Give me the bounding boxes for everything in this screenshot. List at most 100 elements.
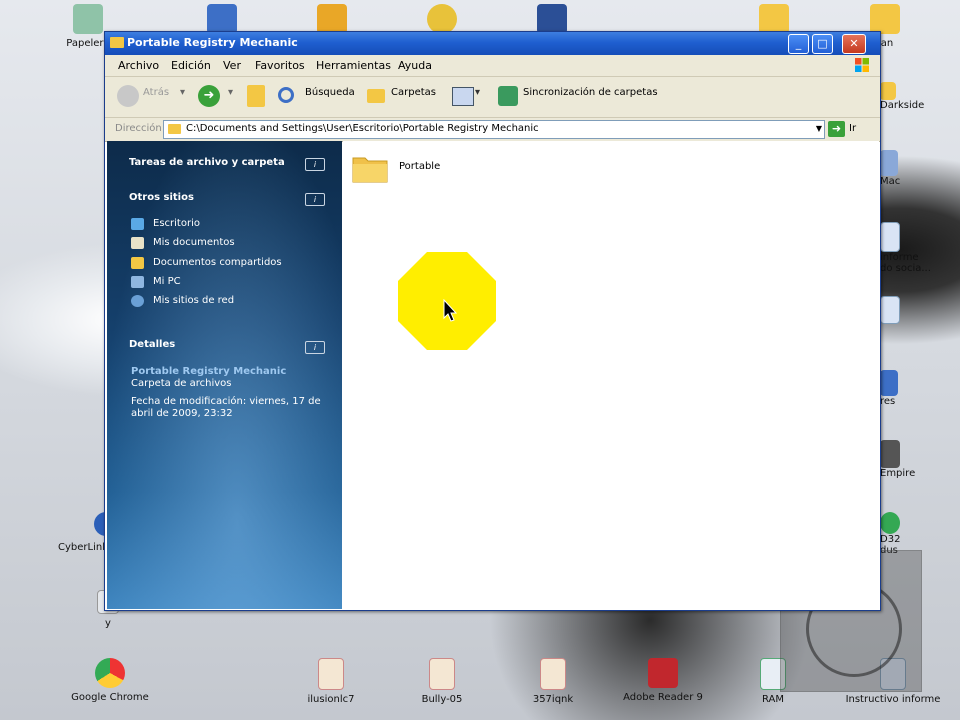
desktop-icon-label: do socia...	[880, 263, 931, 274]
collapse-other-places-button[interactable]: i	[305, 193, 325, 206]
desktop-icon-mac[interactable]: Mac	[880, 150, 920, 187]
details-type: Carpeta de archivos	[131, 378, 232, 389]
my-documents-icon	[131, 237, 144, 249]
menu-favoritos[interactable]: Favoritos	[255, 59, 305, 72]
address-label: Dirección	[115, 123, 162, 134]
desktop-icon-label: Mac	[880, 176, 901, 187]
other-places-title[interactable]: Otros sitios	[129, 192, 194, 203]
close-button[interactable]: ✕	[842, 34, 866, 54]
desktop-icon-label: Instructivo informe	[845, 694, 941, 705]
search-icon[interactable]	[278, 87, 294, 103]
file-tasks-title[interactable]: Tareas de archivo y carpeta	[129, 157, 285, 168]
sync-icon[interactable]	[498, 86, 518, 106]
app-icon	[537, 4, 567, 34]
desktop-icon-adobe[interactable]: Adobe Reader 9	[618, 658, 708, 703]
network-places-icon	[131, 295, 144, 307]
my-computer-icon	[131, 276, 144, 288]
menu-bar: Archivo Edición Ver Favoritos Herramient…	[105, 55, 880, 77]
place-link-mis-documentos[interactable]: Mis documentos	[153, 237, 235, 248]
app-icon	[207, 4, 237, 34]
folder-icon	[759, 4, 789, 34]
menu-herramientas[interactable]: Herramientas	[316, 59, 391, 72]
menu-ayuda[interactable]: Ayuda	[398, 59, 432, 72]
views-icon[interactable]	[452, 87, 474, 106]
menu-archivo[interactable]: Archivo	[118, 59, 159, 72]
minimize-button[interactable]: _	[788, 34, 809, 54]
mouse-cursor-icon	[443, 299, 457, 322]
back-dropdown-icon[interactable]: ▾	[180, 87, 185, 98]
desktop-icon-doc2[interactable]	[880, 296, 920, 324]
app-icon	[427, 4, 457, 34]
go-button[interactable]: Ir	[849, 123, 856, 134]
folders-button[interactable]: Carpetas	[391, 87, 436, 98]
up-folder-icon[interactable]	[247, 85, 265, 107]
toolbar: Atrás ▾ ➜ ▾ Búsqueda Carpetas ▾ Sincroni…	[105, 77, 880, 118]
desktop-icon-357iqnk[interactable]: 357iqnk	[508, 658, 598, 705]
address-dropdown-icon[interactable]: ▼	[816, 124, 822, 133]
adobe-reader-icon	[648, 658, 678, 688]
desktop-icon-empire[interactable]: Empire	[880, 440, 930, 479]
details-name: Portable Registry Mechanic	[131, 366, 287, 377]
collapse-file-tasks-button[interactable]: i	[305, 158, 325, 171]
maximize-button[interactable]: □	[812, 34, 833, 54]
address-bar: Dirección C:\Documents and Settings\User…	[105, 118, 880, 142]
address-input[interactable]: C:\Documents and Settings\User\Escritori…	[163, 120, 825, 139]
folder-icon	[168, 124, 181, 134]
desktop-icon-ian[interactable]: ian	[878, 38, 918, 49]
app-icon	[317, 4, 347, 34]
place-link-escritorio[interactable]: Escritorio	[153, 218, 200, 229]
archive-icon	[318, 658, 344, 690]
desktop-icon-informe[interactable]: informe do socia...	[880, 222, 958, 274]
desktop-icon-label: y	[105, 618, 111, 629]
app-icon	[880, 150, 898, 176]
task-pane: Tareas de archivo y carpeta i Otros siti…	[107, 141, 342, 609]
details-title[interactable]: Detalles	[129, 339, 175, 350]
desktop-icon-label: informe	[880, 252, 919, 263]
desktop-icon-res[interactable]: res	[880, 370, 920, 407]
windows-logo-icon	[855, 58, 869, 72]
place-link-mis-sitios-de-red[interactable]: Mis sitios de red	[153, 295, 234, 306]
sync-button[interactable]: Sincronización de carpetas	[523, 87, 658, 98]
folders-icon[interactable]	[367, 89, 385, 103]
document-icon	[880, 222, 900, 252]
place-link-documentos-compartidos[interactable]: Documentos compartidos	[153, 257, 282, 268]
desktop-icon-label: Bully-05	[421, 694, 463, 705]
desktop-icon-label: CyberLink	[58, 542, 108, 553]
desktop-icon	[131, 218, 144, 230]
forward-arrow-icon[interactable]: ➜	[198, 85, 220, 107]
go-arrow-icon[interactable]: ➜	[828, 121, 845, 137]
desktop-icon-cyberlink[interactable]: CyberLink	[56, 512, 118, 553]
recycle-bin-icon	[73, 4, 103, 34]
folder-icon	[870, 4, 900, 34]
desktop-icon-label: ian	[878, 38, 894, 49]
search-button[interactable]: Búsqueda	[305, 87, 355, 98]
folder-item-label: Portable	[399, 161, 441, 172]
desktop-icon-label: Darkside	[880, 100, 925, 111]
desktop-icon-chrome[interactable]: Google Chrome	[65, 658, 155, 703]
desktop-icon-bully[interactable]: Bully-05	[397, 658, 487, 705]
desktop-icon-label: RAM	[761, 694, 784, 705]
collapse-details-button[interactable]: i	[305, 341, 325, 354]
archive-icon	[429, 658, 455, 690]
desktop-icon-label: 357iqnk	[532, 694, 574, 705]
folder-icon	[880, 82, 896, 100]
forward-dropdown-icon[interactable]: ▾	[228, 87, 233, 98]
back-button-label[interactable]: Atrás	[143, 87, 169, 98]
back-arrow-icon[interactable]	[117, 85, 139, 107]
shared-documents-icon	[131, 257, 144, 269]
desktop-icon-darkside[interactable]: Darkside	[880, 82, 958, 111]
views-dropdown-icon[interactable]: ▾	[475, 87, 480, 98]
desktop-icon-label: D32	[880, 534, 901, 545]
archive-icon	[540, 658, 566, 690]
desktop-icon-label: Adobe Reader 9	[623, 692, 703, 703]
menu-ver[interactable]: Ver	[223, 59, 241, 72]
title-bar[interactable]: Portable Registry Mechanic _ □ ✕	[105, 32, 880, 55]
document-icon	[880, 296, 900, 324]
file-list-area[interactable]: Portable	[343, 141, 879, 609]
chrome-icon	[95, 658, 125, 688]
menu-edicion[interactable]: Edición	[171, 59, 211, 72]
folder-icon	[110, 37, 124, 48]
place-link-mi-pc[interactable]: Mi PC	[153, 276, 181, 287]
details-modified: Fecha de modificación: viernes, 17 de ab…	[131, 396, 321, 419]
desktop-icon-ilusion[interactable]: ilusionlc7	[286, 658, 376, 705]
